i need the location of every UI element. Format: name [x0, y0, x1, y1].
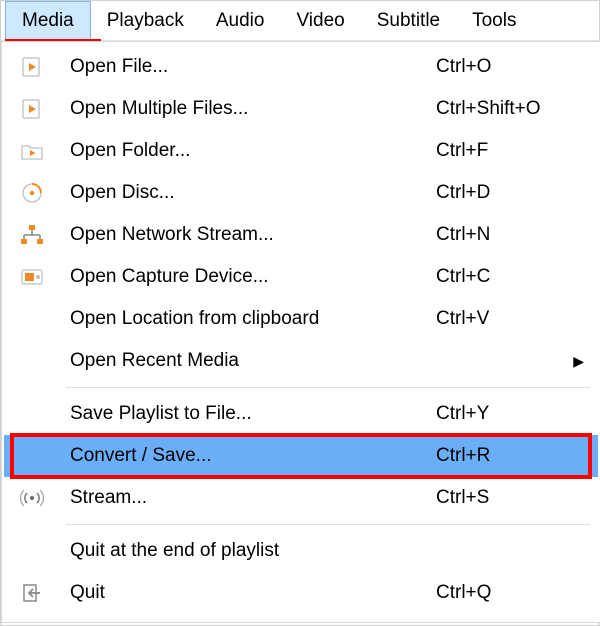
menu-item-label: Quit at the end of playlist — [54, 540, 436, 562]
menu-item-quit-at-the-end-of-playlist[interactable]: Quit at the end of playlist — [4, 530, 598, 572]
menu-item-shortcut: Ctrl+R — [436, 445, 586, 467]
menu-item-open-multiple-files[interactable]: Open Multiple Files...Ctrl+Shift+O — [4, 88, 598, 130]
menu-item-shortcut: Ctrl+F — [436, 140, 586, 162]
menu-item-shortcut: Ctrl+C — [436, 266, 586, 288]
menu-item-label: Open Folder... — [54, 140, 436, 162]
menu-item-label: Open Network Stream... — [54, 224, 436, 246]
menu-item-label: Quit — [54, 582, 436, 604]
menu-item-shortcut: Ctrl+V — [436, 308, 586, 330]
file-play-icon — [10, 98, 54, 120]
menubar-label: Subtitle — [377, 10, 440, 32]
menu-item-label: Open Disc... — [54, 182, 436, 204]
menu-item-label: Open Location from clipboard — [54, 308, 436, 330]
menu-item-shortcut: Ctrl+Q — [436, 582, 586, 604]
menu-item-open-file[interactable]: Open File...Ctrl+O — [4, 46, 598, 88]
menu-item-open-disc[interactable]: Open Disc...Ctrl+D — [4, 172, 598, 214]
menu-item-label: Save Playlist to File... — [54, 403, 436, 425]
file-play-icon — [10, 56, 54, 78]
menu-separator — [66, 524, 590, 525]
menubar-item-subtitle[interactable]: Subtitle — [361, 1, 456, 40]
menu-item-save-playlist-to-file[interactable]: Save Playlist to File...Ctrl+Y — [4, 393, 598, 435]
menu-item-open-capture-device[interactable]: Open Capture Device...Ctrl+C — [4, 256, 598, 298]
menu-item-label: Open File... — [54, 56, 436, 78]
menu-item-shortcut: Ctrl+Y — [436, 403, 586, 425]
network-icon — [10, 224, 54, 246]
menubar-item-tools[interactable]: Tools — [456, 1, 532, 40]
capture-icon — [10, 266, 54, 288]
menu-item-open-folder[interactable]: Open Folder...Ctrl+F — [4, 130, 598, 172]
menu-item-shortcut: Ctrl+N — [436, 224, 586, 246]
menubar-label: Video — [296, 10, 344, 32]
menubar-item-media[interactable]: Media — [5, 1, 91, 40]
menu-item-open-network-stream[interactable]: Open Network Stream...Ctrl+N — [4, 214, 598, 256]
menu-item-shortcut: Ctrl+O — [436, 56, 586, 78]
folder-play-icon — [10, 140, 54, 162]
menu-item-quit[interactable]: QuitCtrl+Q — [4, 572, 598, 614]
menu-item-label: Open Multiple Files... — [54, 98, 436, 120]
application-window: Media Playback Audio Video Subtitle Tool… — [0, 0, 600, 626]
menu-item-label: Convert / Save... — [54, 445, 436, 467]
menu-item-convert-save[interactable]: Convert / Save...Ctrl+R — [4, 435, 598, 477]
menu-item-shortcut: Ctrl+S — [436, 487, 586, 509]
menubar-item-video[interactable]: Video — [280, 1, 360, 40]
media-dropdown: Open File...Ctrl+OOpen Multiple Files...… — [1, 41, 600, 623]
quit-icon — [10, 582, 54, 604]
stream-icon — [10, 487, 54, 509]
menu-item-label: Open Capture Device... — [54, 266, 436, 288]
menu-separator — [66, 387, 590, 388]
menubar-label: Tools — [472, 10, 516, 32]
menubar-item-playback[interactable]: Playback — [91, 1, 200, 40]
menu-item-label: Stream... — [54, 487, 436, 509]
menu-item-label: Open Recent Media — [54, 350, 436, 372]
menubar-label: Media — [22, 10, 74, 32]
menu-item-shortcut: Ctrl+D — [436, 182, 586, 204]
disc-icon — [10, 182, 54, 204]
menu-item-shortcut: Ctrl+Shift+O — [436, 98, 586, 120]
submenu-arrow-icon: ▶ — [573, 353, 584, 370]
menu-item-open-recent-media[interactable]: Open Recent Media ▶ — [4, 340, 598, 382]
menubar: Media Playback Audio Video Subtitle Tool… — [1, 1, 599, 41]
menubar-label: Audio — [216, 10, 265, 32]
menu-item-open-location-from-clipboard[interactable]: Open Location from clipboardCtrl+V — [4, 298, 598, 340]
menu-item-stream[interactable]: Stream...Ctrl+S — [4, 477, 598, 519]
menubar-item-audio[interactable]: Audio — [200, 1, 281, 40]
menubar-label: Playback — [107, 10, 184, 32]
